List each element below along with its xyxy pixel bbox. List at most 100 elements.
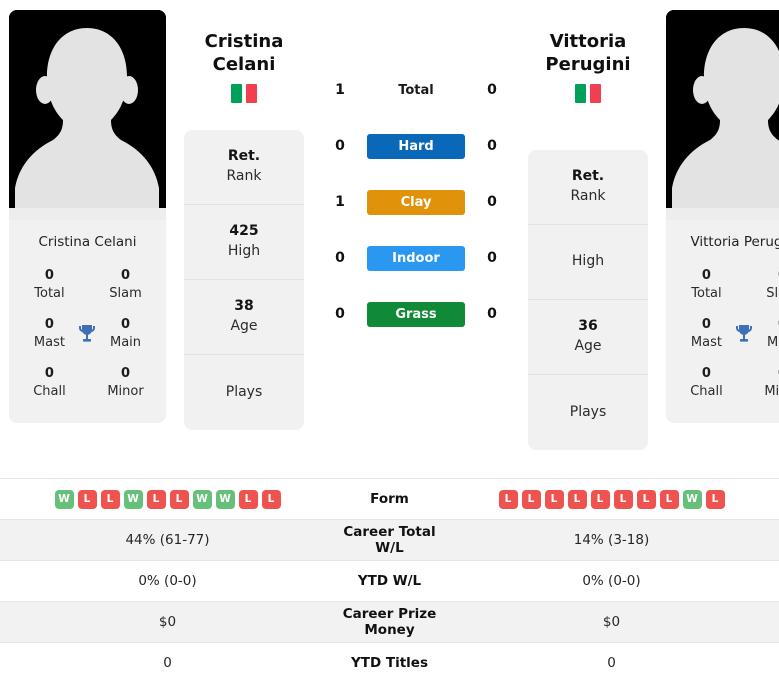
- left-info-high-value: 425: [229, 223, 259, 240]
- surface-row-indoor: 0 Indoor 0: [313, 230, 519, 286]
- surface-badge-grass[interactable]: Grass: [367, 301, 465, 327]
- form-badge-loss[interactable]: L: [261, 489, 281, 509]
- left-player-name-heading[interactable]: Cristina Celani: [184, 10, 304, 76]
- right-surface-hard-score: 0: [487, 138, 497, 154]
- form-badge-loss[interactable]: L: [77, 489, 97, 509]
- form-badge-loss[interactable]: L: [590, 489, 610, 509]
- right-info-rank-label: Rank: [570, 188, 606, 205]
- left-honour-main-label: Main: [110, 334, 142, 350]
- surface-label-hard-wrap: Hard: [367, 133, 465, 159]
- right-player-name-heading[interactable]: Vittoria Perugini: [528, 10, 648, 76]
- left-info-age-label: Age: [230, 318, 258, 335]
- left-ytd-titles: 0: [163, 655, 172, 672]
- trophy-icon: [74, 322, 101, 346]
- surface-badge-clay[interactable]: Clay: [367, 189, 465, 215]
- right-info-high-label: High: [571, 253, 605, 270]
- left-honour-chall: 0 Chall: [25, 365, 74, 400]
- right-info-column: Ret. Rank High 36 Age Plays: [528, 150, 648, 451]
- right-career-prize-money: $0: [602, 614, 621, 630]
- surface-label-grass-wrap: Grass: [367, 301, 465, 327]
- form-badge-loss[interactable]: L: [567, 489, 587, 509]
- surface-label-total: Total: [398, 82, 434, 98]
- right-info-plays-label: Plays: [569, 403, 607, 420]
- form-badge-loss[interactable]: L: [636, 489, 656, 509]
- label-ytd-titles: YTD Titles: [351, 655, 428, 672]
- right-honour-total-value: 0: [701, 268, 711, 283]
- form-badge-loss[interactable]: L: [521, 489, 541, 509]
- surface-badge-hard[interactable]: Hard: [367, 133, 465, 159]
- right-info-plays: Plays: [528, 375, 648, 450]
- right-honour-total-label: Total: [691, 285, 722, 301]
- right-surface-total-score: 0: [487, 82, 497, 98]
- right-honour-main-label: Main: [767, 334, 779, 350]
- right-info-age-value: 36: [578, 318, 598, 335]
- player-comparison-page: Cristina Celani 0 Total 0 Slam 0 Mast 0 …: [0, 0, 779, 699]
- left-honour-minor-value: 0: [121, 366, 131, 382]
- surface-comparison-column: 1 Total 0 0 Hard 0 1 Clay 0 0 Indoor 0 0…: [313, 10, 519, 342]
- label-career-prize-money: Career Prize Money: [342, 606, 437, 638]
- left-surface-indoor-score: 0: [335, 250, 345, 266]
- right-ytd-wl: 0% (0-0): [582, 573, 641, 589]
- left-heading-block: Cristina Celani Ret. Rank 425 High 38 Ag…: [184, 10, 304, 431]
- form-badge-loss[interactable]: L: [705, 489, 725, 509]
- form-badge-loss[interactable]: L: [100, 489, 120, 509]
- left-info-rank-label: Rank: [226, 168, 262, 185]
- surface-row-clay: 1 Clay 0: [313, 174, 519, 230]
- form-badge-win[interactable]: W: [123, 489, 143, 509]
- form-badge-win[interactable]: W: [192, 489, 212, 509]
- label-form: Form: [370, 491, 409, 507]
- form-badge-win[interactable]: W: [682, 489, 702, 509]
- left-surface-clay-score: 1: [335, 194, 345, 210]
- right-honour-row-2: 0 Mast 0 Main: [672, 309, 779, 358]
- form-badge-win[interactable]: W: [215, 489, 235, 509]
- comparison-stat-table: WLLWLLWWLL Form LLLLLLLLWL 44% (61-77) C…: [0, 478, 779, 684]
- left-surface-hard-score: 0: [335, 138, 345, 154]
- left-honour-slam: 0 Slam: [101, 267, 150, 302]
- left-player-last-name: Celani: [212, 54, 276, 76]
- right-honour-main-value: 0: [758, 316, 779, 334]
- right-heading-block: Vittoria Perugini Ret. Rank High 36 Age: [528, 10, 648, 451]
- left-honour-chall-value: 0: [44, 366, 54, 382]
- right-honour-mast: 0 Mast: [682, 316, 731, 351]
- right-honour-minor: 0 Minor: [758, 365, 779, 400]
- left-italy-flag-icon: [184, 84, 304, 104]
- form-badge-loss[interactable]: L: [613, 489, 633, 509]
- left-info-plays: Plays: [184, 355, 304, 430]
- left-surface-grass-score: 0: [335, 306, 345, 322]
- right-honour-chall-value: 0: [701, 366, 711, 382]
- right-info-high: High: [528, 225, 648, 301]
- left-honour-mast-value: 0: [44, 317, 54, 333]
- right-player-card[interactable]: Vittoria Perugini 0 Total 0 Slam 0: [666, 10, 779, 424]
- left-honour-row-3: 0 Chall 0 Minor: [15, 358, 160, 407]
- left-info-column: Ret. Rank 425 High 38 Age Plays: [184, 130, 304, 431]
- left-honour-slam-label: Slam: [109, 285, 142, 301]
- label-ytd-wl: YTD W/L: [357, 573, 422, 589]
- left-honour-row-1: 0 Total 0 Slam: [15, 260, 160, 309]
- form-badge-loss[interactable]: L: [238, 489, 258, 509]
- left-honour-mast: 0 Mast: [25, 316, 74, 351]
- left-info-high: 425 High: [184, 205, 304, 281]
- left-career-prize-money: $0: [158, 614, 177, 630]
- form-badge-loss[interactable]: L: [146, 489, 166, 509]
- form-badge-win[interactable]: W: [54, 489, 74, 509]
- surface-badge-indoor[interactable]: Indoor: [367, 245, 465, 271]
- table-row-ytd-titles: 0 YTD Titles 0: [0, 642, 779, 684]
- form-badge-loss[interactable]: L: [498, 489, 518, 509]
- left-player-first-name: Cristina: [204, 31, 284, 52]
- left-honour-minor-label: Minor: [107, 383, 144, 399]
- form-badge-loss[interactable]: L: [659, 489, 679, 509]
- form-badge-loss[interactable]: L: [169, 489, 189, 509]
- surface-row-total: 1 Total 0: [313, 62, 519, 118]
- left-player-card[interactable]: Cristina Celani 0 Total 0 Slam 0 Mast 0 …: [9, 10, 166, 424]
- surface-label-clay-wrap: Clay: [367, 189, 465, 215]
- right-honour-main: 0 Main: [758, 316, 779, 351]
- right-honour-mast-label: Mast: [690, 334, 722, 350]
- right-card-player-name: Vittoria Perugini: [690, 234, 779, 250]
- form-badge-loss[interactable]: L: [544, 489, 564, 509]
- surface-row-grass: 0 Grass 0: [313, 286, 519, 342]
- top-comparison-zone: Cristina Celani 0 Total 0 Slam 0 Mast 0 …: [0, 0, 779, 478]
- right-honour-slam-value: 0: [758, 267, 779, 285]
- left-info-age: 38 Age: [184, 280, 304, 356]
- right-honours: 0 Total 0 Slam 0 Mast: [666, 260, 779, 423]
- right-honour-row-1: 0 Total 0 Slam: [672, 260, 779, 309]
